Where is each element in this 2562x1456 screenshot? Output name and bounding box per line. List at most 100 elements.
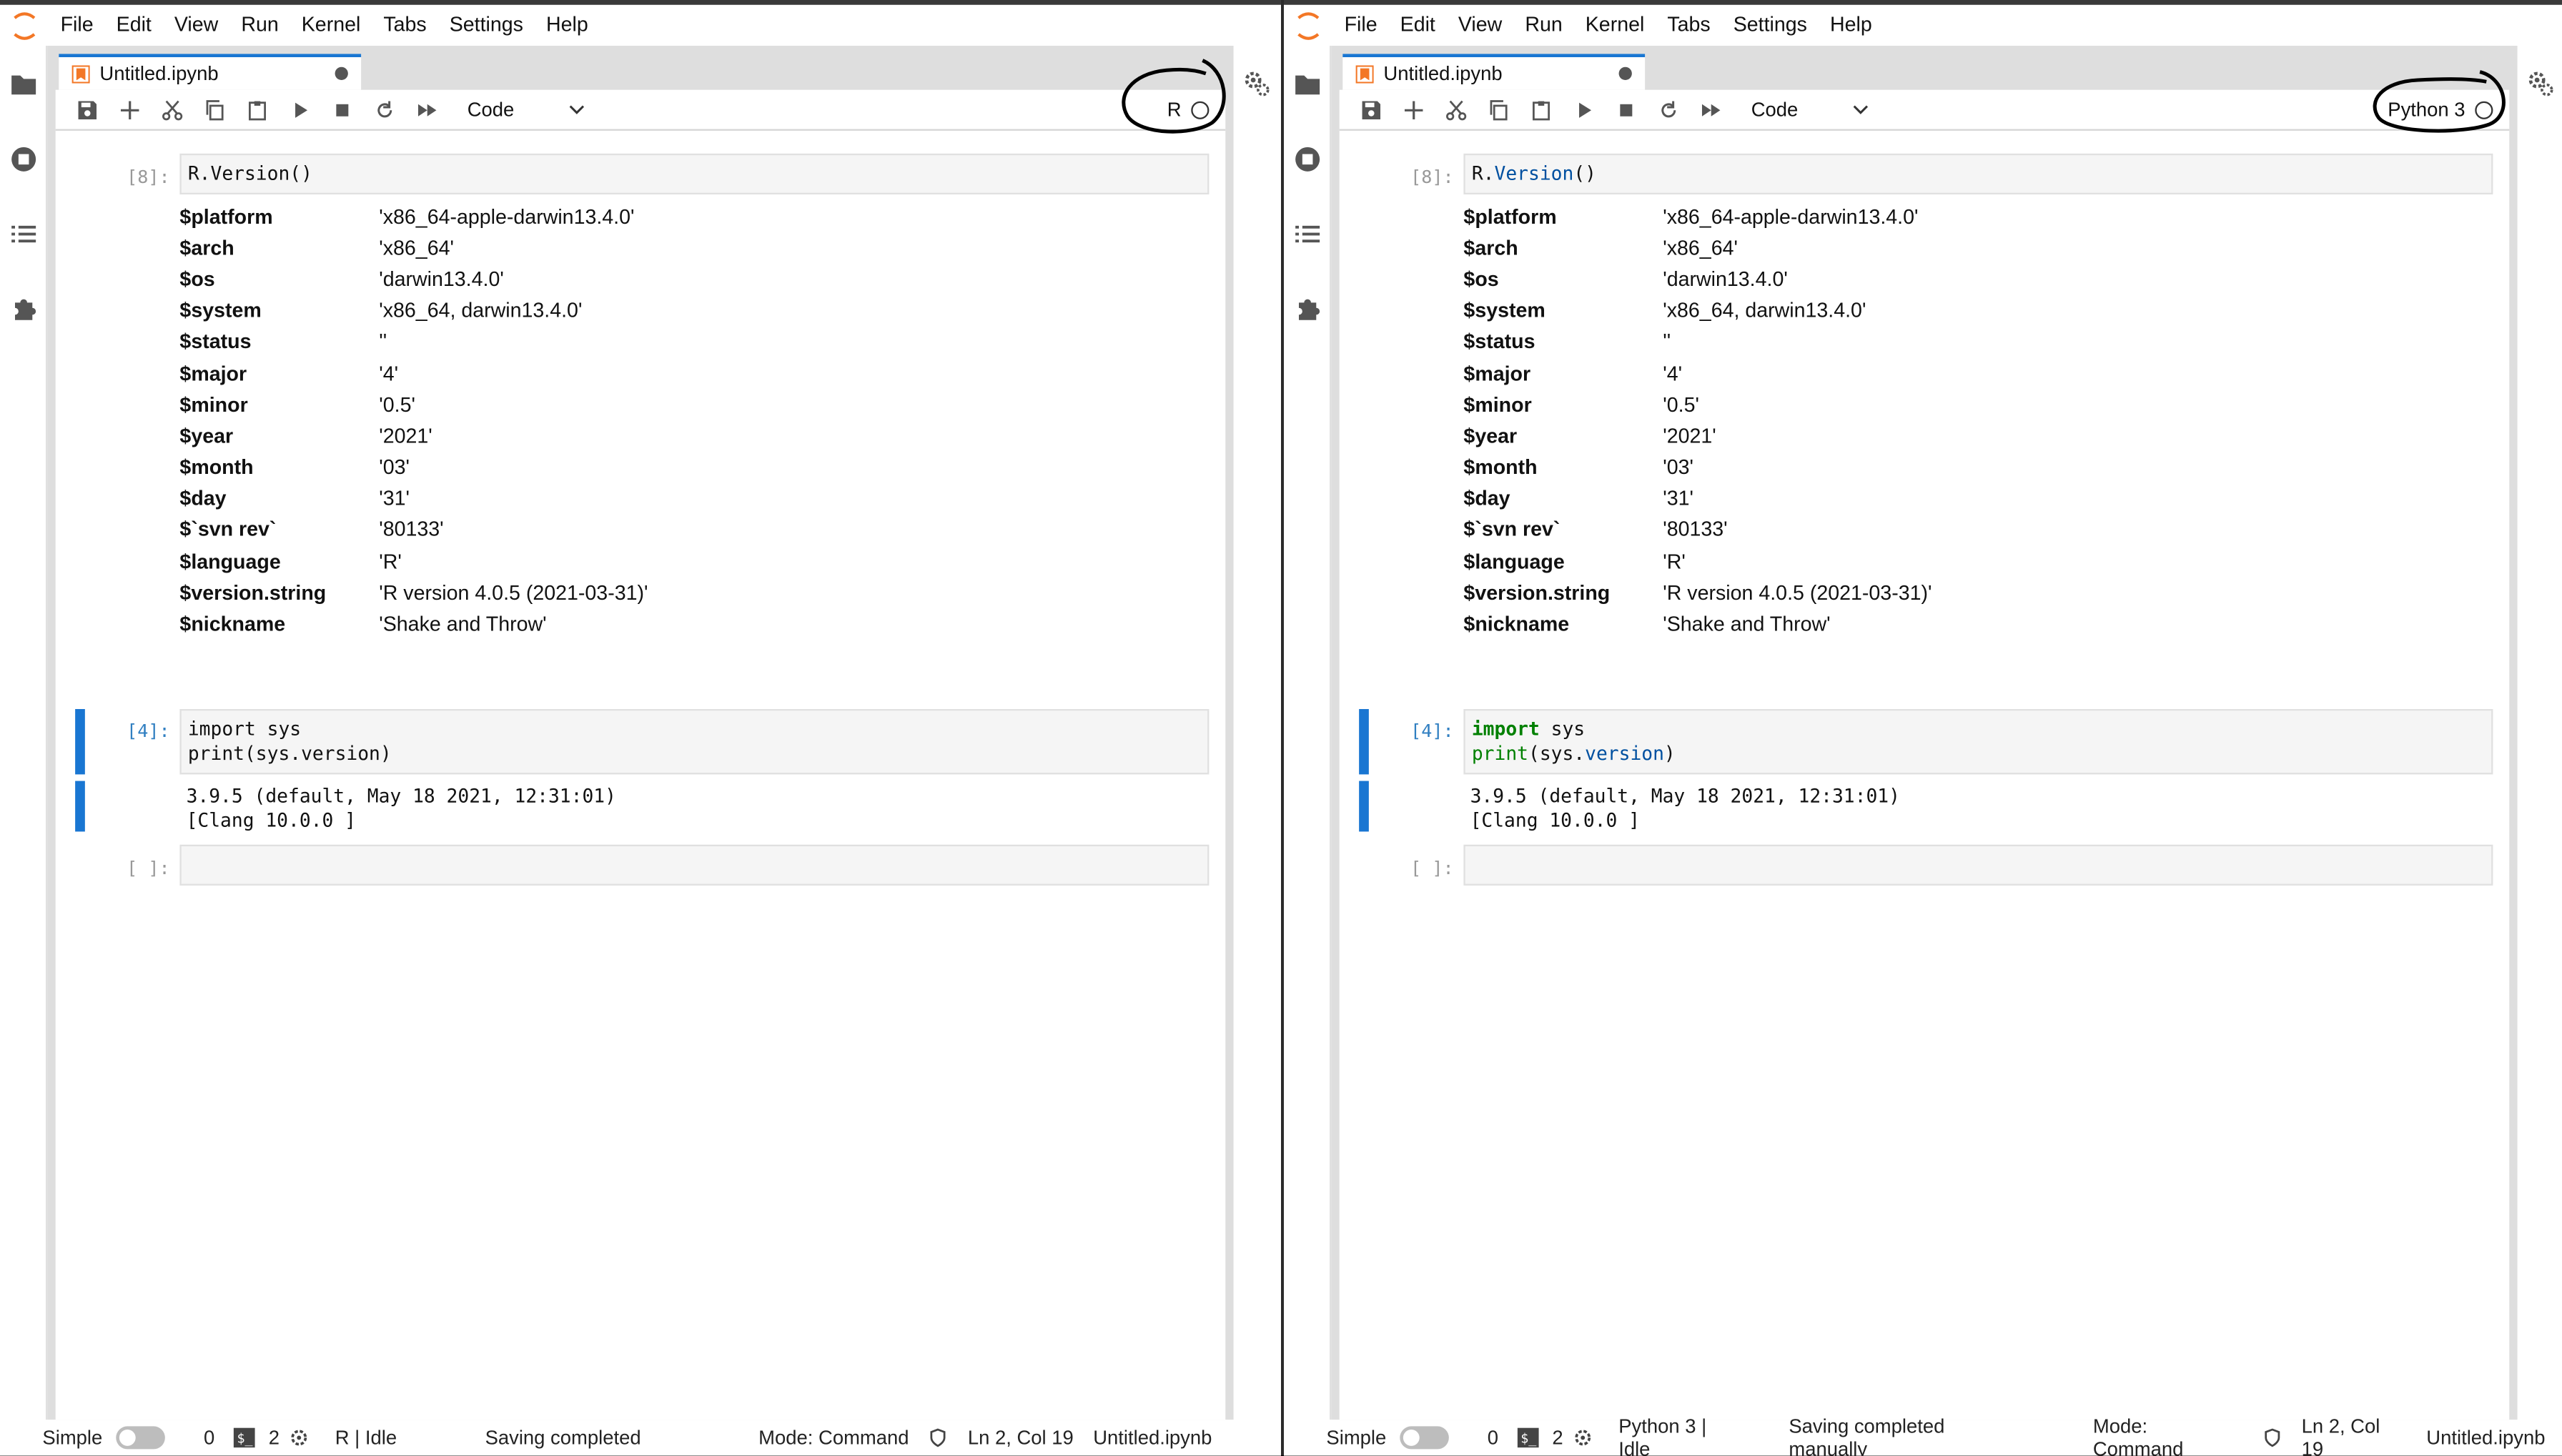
restart-button[interactable]	[362, 91, 405, 127]
r-version-output: $platform 'x86_64-apple-darwin13.4.0' $ar…	[179, 201, 648, 640]
kernel-name: Python 3	[2388, 98, 2465, 122]
menu-view[interactable]: View	[1447, 5, 1513, 46]
kernel-count[interactable]: 0	[1488, 1426, 1498, 1449]
output-value: '80133'	[379, 518, 444, 542]
notebook-tab[interactable]: Untitled.ipynb	[1342, 54, 1646, 90]
property-inspector-gear-icon[interactable]	[1242, 69, 1271, 98]
add-cell-button[interactable]	[1392, 91, 1434, 127]
run-button[interactable]	[278, 91, 320, 127]
gear-icon[interactable]	[1573, 1428, 1592, 1447]
property-inspector-gear-icon[interactable]	[2526, 69, 2555, 98]
menu-settings[interactable]: Settings	[438, 5, 535, 46]
output-row: $`svn rev` '80133'	[179, 515, 648, 546]
terminal-count[interactable]: 2	[269, 1426, 280, 1449]
output-value: '0.5'	[1663, 393, 1699, 417]
code-line: print(sys.version)	[187, 741, 392, 765]
code-cell-input[interactable]: R.Version()	[1463, 153, 2493, 194]
empty-code-cell[interactable]	[1463, 844, 2493, 886]
stop-button[interactable]	[320, 91, 362, 127]
paste-button[interactable]	[1519, 91, 1561, 127]
running-icon[interactable]	[8, 144, 37, 173]
kernel-indicator[interactable]: R	[1167, 93, 1210, 126]
cell-type-select[interactable]: Code	[1745, 93, 1876, 126]
menu-help[interactable]: Help	[535, 5, 600, 46]
save-button[interactable]	[65, 91, 107, 127]
menu-file[interactable]: File	[1333, 5, 1389, 46]
menu-edit[interactable]: Edit	[1389, 5, 1447, 46]
output-row: $language 'R'	[1463, 546, 1932, 578]
kernel-name: R	[1167, 98, 1182, 122]
output-row: $month '03'	[1463, 452, 1932, 483]
output-value: 'R'	[379, 550, 402, 573]
toc-icon[interactable]	[1292, 219, 1321, 248]
cut-button[interactable]	[150, 91, 192, 127]
output-row: $year '2021'	[179, 420, 648, 452]
fast-forward-button[interactable]	[405, 91, 447, 127]
menu-run[interactable]: Run	[1513, 5, 1573, 46]
save-button[interactable]	[1349, 91, 1391, 127]
folder-icon[interactable]	[8, 69, 37, 98]
menu-help[interactable]: Help	[1819, 5, 1884, 46]
menu-tabs[interactable]: Tabs	[1656, 5, 1721, 46]
extension-icon[interactable]	[8, 294, 37, 323]
simple-mode-toggle[interactable]	[115, 1426, 165, 1450]
kernel-indicator[interactable]: Python 3	[2388, 93, 2493, 126]
menu-view[interactable]: View	[163, 5, 229, 46]
output-line: [Clang 10.0.0 ]	[186, 808, 356, 832]
running-icon[interactable]	[1292, 144, 1321, 173]
cursor-position[interactable]: Ln 2, Col 19	[968, 1426, 1074, 1449]
output-row: $system 'x86_64, darwin13.4.0'	[1463, 295, 1932, 327]
menu-kernel[interactable]: Kernel	[290, 5, 372, 46]
command-mode: Mode: Command	[2092, 1415, 2184, 1456]
chevron-down-icon	[569, 105, 585, 114]
menu-settings[interactable]: Settings	[1722, 5, 1819, 46]
terminal-count[interactable]: 2	[1552, 1426, 1563, 1449]
desktop: File Edit View Run Kernel Tabs Settings …	[0, 0, 2562, 1456]
add-cell-button[interactable]	[108, 91, 150, 127]
stop-button[interactable]	[1604, 91, 1646, 127]
simple-mode-toggle[interactable]	[1399, 1426, 1448, 1450]
folder-icon[interactable]	[1292, 69, 1321, 98]
shield-icon[interactable]	[929, 1428, 948, 1447]
copy-button[interactable]	[1477, 91, 1519, 127]
unsaved-dot-icon[interactable]	[335, 66, 348, 80]
notebook-tab[interactable]: Untitled.ipynb	[59, 54, 362, 90]
output-row: $day '31'	[179, 483, 648, 515]
output-key: $os	[179, 267, 215, 291]
kernel-status[interactable]: Python 3 | Idle	[1618, 1415, 1743, 1455]
copy-button[interactable]	[193, 91, 235, 127]
output-key: $month	[179, 455, 254, 479]
input-prompt: [8]:	[1410, 167, 1454, 188]
output-line: [Clang 10.0.0 ]	[1470, 808, 1640, 832]
kernel-count[interactable]: 0	[204, 1426, 214, 1449]
gear-icon[interactable]	[290, 1428, 309, 1447]
restart-button[interactable]	[1646, 91, 1688, 127]
code-cell-input[interactable]: R.Version()	[179, 153, 1210, 194]
extension-icon[interactable]	[1292, 294, 1321, 323]
shield-icon[interactable]	[2262, 1428, 2282, 1447]
paste-button[interactable]	[235, 91, 277, 127]
cell-type-select[interactable]: Code	[461, 93, 592, 126]
file-name: Untitled.ipynb	[2426, 1426, 2546, 1450]
menu-edit[interactable]: Edit	[105, 5, 163, 46]
empty-code-cell[interactable]	[179, 844, 1210, 886]
input-prompt: [ ]:	[1410, 857, 1454, 879]
cut-button[interactable]	[1434, 91, 1476, 127]
run-button[interactable]	[1562, 91, 1604, 127]
menu-kernel[interactable]: Kernel	[1574, 5, 1656, 46]
kernel-status[interactable]: R | Idle	[335, 1426, 397, 1449]
fast-forward-button[interactable]	[1689, 91, 1731, 127]
code-cell-input[interactable]: import sys print(sys.version)	[179, 708, 1210, 775]
cursor-position[interactable]: Ln 2, Col 19	[2302, 1415, 2407, 1455]
output-row: $version.string 'R version 4.0.5 (2021-03…	[1463, 577, 1932, 608]
unsaved-dot-icon[interactable]	[1618, 66, 1632, 80]
menu-file[interactable]: File	[49, 5, 105, 46]
output-key: $minor	[1463, 393, 1532, 417]
output-row: $major '4'	[179, 357, 648, 389]
notebook-content: [8]: R.Version() $platform 'x86_64-apple-…	[56, 132, 1226, 1420]
toc-icon[interactable]	[8, 219, 37, 248]
menu-run[interactable]: Run	[229, 5, 290, 46]
menu-tabs[interactable]: Tabs	[372, 5, 437, 46]
code-cell-input[interactable]: import sys print(sys.version)	[1463, 708, 2493, 775]
output-key: $year	[179, 425, 234, 448]
